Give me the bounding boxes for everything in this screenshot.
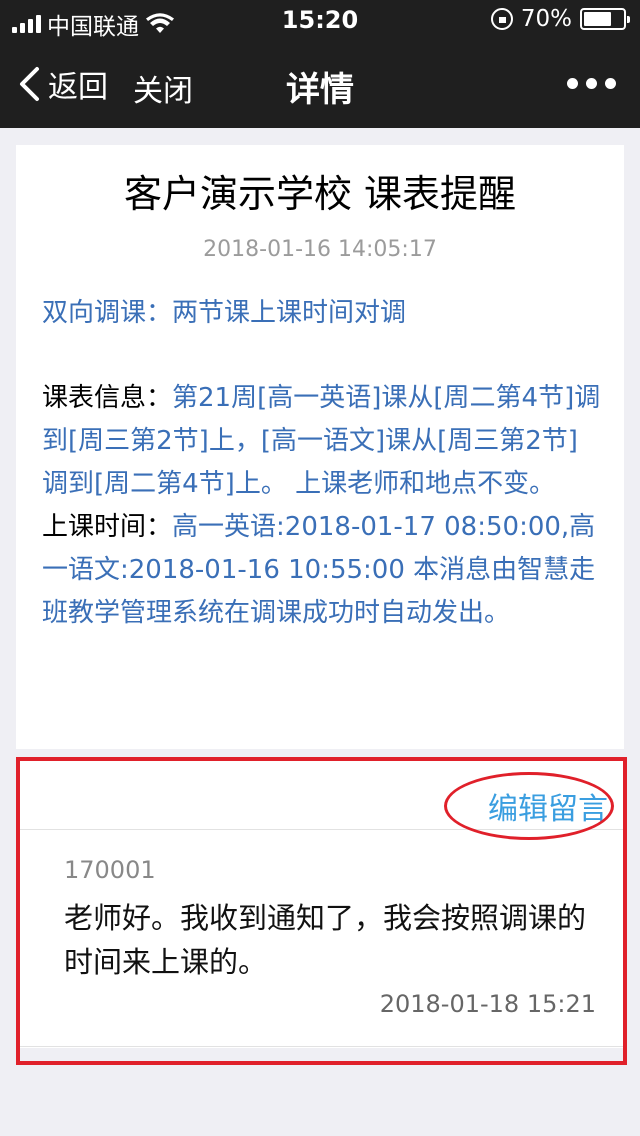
message-datetime: 2018-01-16 14:05:17 [203,237,437,262]
message-title: 客户演示学校 课表提醒 [123,172,517,216]
comment-user-id: 170001 [64,856,156,884]
page-title: 详情 [286,70,354,110]
battery-fill [584,12,611,26]
edit-comment-button[interactable]: 编辑留言 [488,784,608,828]
status-right: 70% [490,6,630,32]
message-body: 课表信息：第21周[高一英语]课从[周二第4节]调到[周三第2节]上，[高一语文… [42,377,602,635]
comments-header: 编辑留言 [16,758,624,830]
battery-percent: 70% [520,6,572,32]
comment-text: 老师好。我收到通知了，我会按照调课的时间来上课的。 [64,901,587,979]
rotation-lock-icon [490,8,513,30]
comments-section: 编辑留言 170001 老师好。我收到通知了，我会按照调课的时间来上课的。 20… [16,758,624,1048]
comment-time: 2018-01-18 15:21 [379,990,596,1018]
status-bar: 中国联通 15:20 70% [0,0,640,40]
battery-icon [580,8,630,30]
class-time-label: 上课时间： [42,512,173,542]
schedule-label: 课表信息： [42,383,173,413]
more-icon[interactable] [567,78,616,89]
top-bar: 中国联通 15:20 70% 返回 关闭 详情 [0,0,640,128]
message-summary: 双向调课：两节课上课时间对调 [42,298,407,328]
divider [16,1046,624,1047]
message-card: 客户演示学校 课表提醒 2018-01-16 14:05:17 双向调课：两节课… [16,145,624,749]
nav-bar: 返回 关闭 详情 [0,40,640,128]
